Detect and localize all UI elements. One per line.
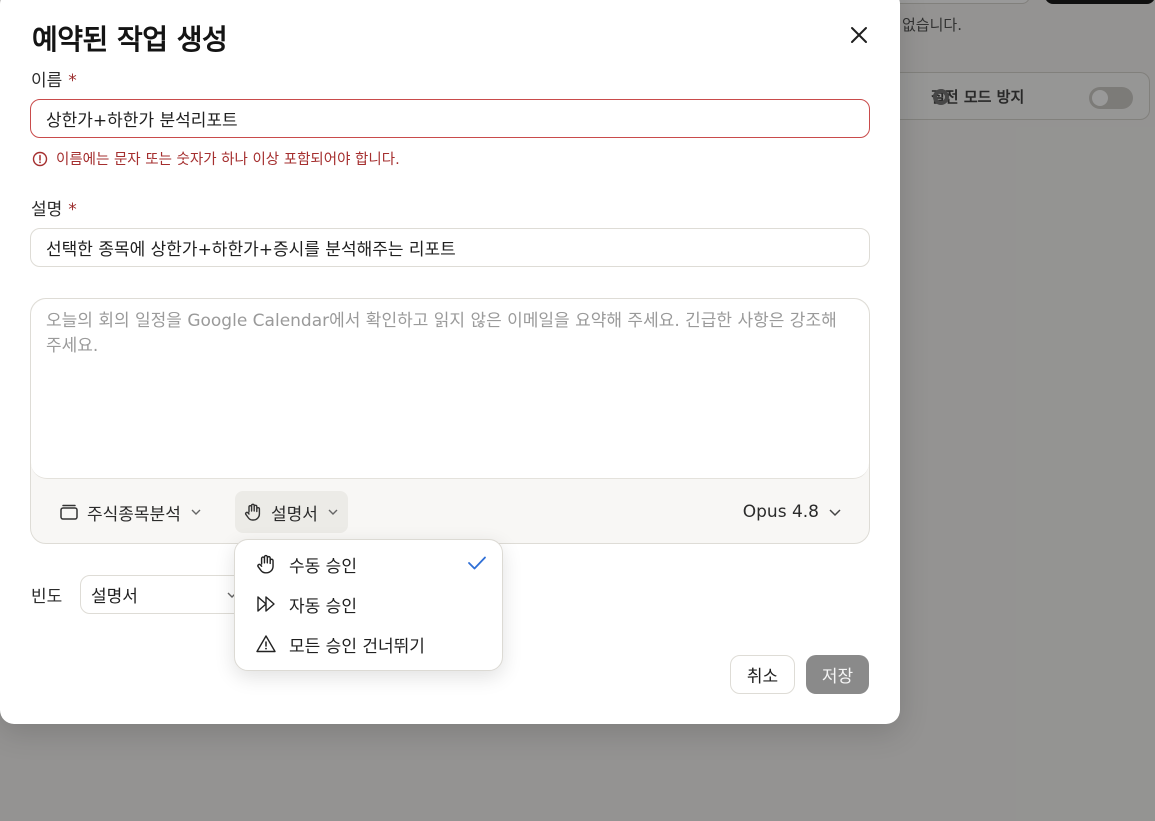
approval-mode-menu: 수동 승인 자동 승인 모든 승인 건너뛰기 <box>234 539 503 671</box>
description-input[interactable]: 선택한 종목에 상한가+하한가+증시를 분석해주는 리포트 <box>30 228 870 267</box>
menu-item-auto-approval[interactable]: 자동 승인 <box>235 586 502 622</box>
description-label: 설명 * <box>31 200 77 220</box>
name-error-message: 이름에는 문자 또는 숫자가 하나 이상 포함되어야 합니다. <box>32 148 400 169</box>
required-mark: * <box>68 200 77 220</box>
dialog-title: 예약된 작업 생성 <box>32 23 228 56</box>
prompt-toolbar: 주식종목분석 설명서 Opus 4.8 <box>31 480 869 543</box>
name-label: 이름 * <box>31 71 77 91</box>
required-mark: * <box>68 71 77 91</box>
alert-circle-icon <box>32 151 48 166</box>
close-button[interactable] <box>846 22 872 48</box>
approval-label: 설명서 <box>271 504 318 525</box>
fast-forward-icon <box>257 596 275 612</box>
model-selector[interactable]: Opus 4.8 <box>739 491 847 533</box>
project-selector[interactable]: 주식종목분석 <box>55 491 207 533</box>
folder-icon <box>60 504 78 520</box>
save-button[interactable]: 저장 <box>806 655 869 694</box>
frequency-label: 빈도 <box>31 587 63 607</box>
warning-icon <box>256 635 276 653</box>
prompt-composer: 오늘의 회의 일정을 Google Calendar에서 확인하고 읽지 않은 … <box>30 298 870 544</box>
menu-item-label: 모든 승인 건너뛰기 <box>289 636 425 657</box>
frequency-select[interactable]: 설명서 <box>80 575 250 614</box>
chevron-down-icon <box>829 509 841 517</box>
menu-item-manual-approval[interactable]: 수동 승인 <box>235 546 502 582</box>
chevron-down-icon <box>328 509 338 515</box>
chevron-down-icon <box>191 509 201 515</box>
menu-item-skip-all-approvals[interactable]: 모든 승인 건너뛰기 <box>235 626 502 662</box>
menu-item-label: 수동 승인 <box>289 556 357 577</box>
approval-mode-selector[interactable]: 설명서 <box>235 491 348 533</box>
project-label: 주식종목분석 <box>87 504 181 525</box>
prompt-textarea[interactable]: 오늘의 회의 일정을 Google Calendar에서 확인하고 읽지 않은 … <box>31 299 869 479</box>
frequency-value: 설명서 <box>91 587 138 607</box>
cancel-button[interactable]: 취소 <box>730 655 795 694</box>
close-icon <box>851 27 867 43</box>
hand-icon <box>257 554 274 574</box>
hand-icon <box>244 503 261 521</box>
name-input[interactable]: 상한가+하한가 분석리포트 <box>30 99 870 138</box>
checkmark-icon <box>468 556 486 570</box>
model-label: Opus 4.8 <box>742 502 819 522</box>
menu-item-label: 자동 승인 <box>289 596 357 617</box>
